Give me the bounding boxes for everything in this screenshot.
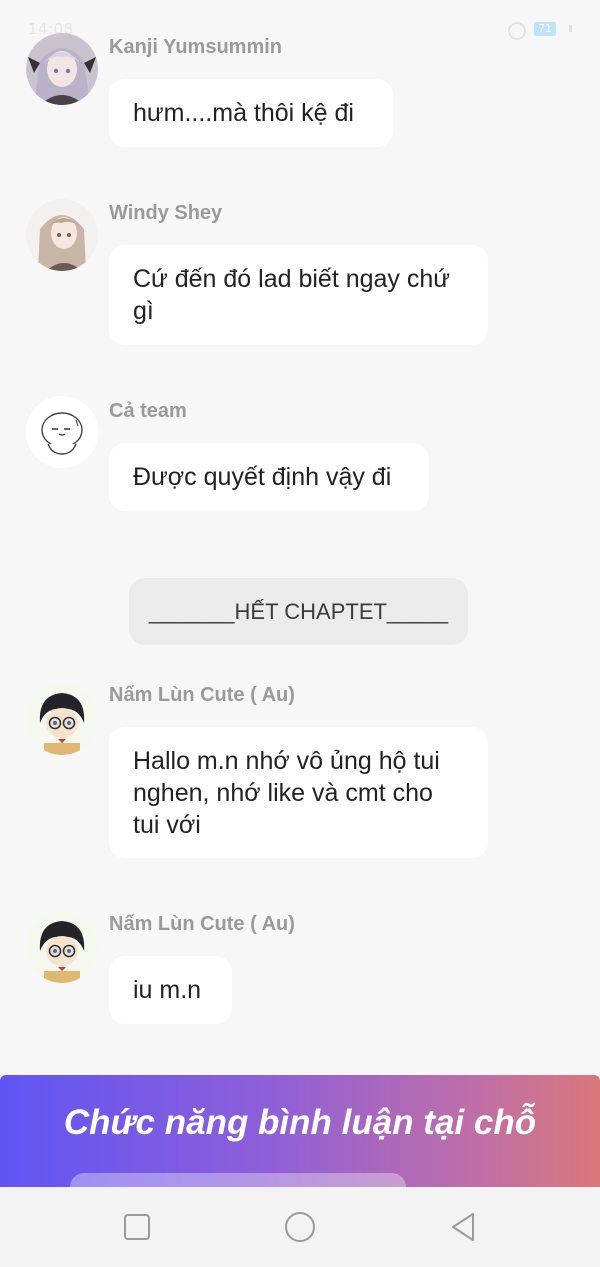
- battery-tip: [569, 25, 572, 32]
- sender-name: Cả team: [109, 400, 187, 422]
- cartoon-blob-avatar-icon: [26, 396, 98, 468]
- message-bubble[interactable]: Được quyết định vậy đi: [109, 443, 429, 511]
- banner-input-pill[interactable]: [70, 1173, 406, 1187]
- avatar[interactable]: [26, 33, 98, 105]
- alarm-icon: [508, 22, 526, 40]
- battery-icon: 71: [534, 22, 556, 36]
- square-icon[interactable]: [120, 1210, 154, 1244]
- detective-boy-avatar-icon: [26, 683, 98, 755]
- comment-feature-banner[interactable]: Chức năng bình luận tại chỗ: [0, 1075, 600, 1187]
- sender-name: Nấm Lùn Cute ( Au): [109, 684, 295, 706]
- detective-boy-avatar-icon: [26, 911, 98, 983]
- sender-name: Kanji Yumsummin: [109, 36, 283, 58]
- status-bar: 14:08 71: [0, 18, 600, 44]
- avatar[interactable]: [26, 199, 98, 271]
- banner-title: Chức năng bình luận tại chỗ: [63, 1103, 537, 1142]
- chat-screen: 14:08 71 Kanji Yumsummin hưm....mà thôi …: [0, 0, 600, 1267]
- anime-girl-avatar-icon: [26, 33, 98, 105]
- message-bubble[interactable]: iu m.n: [109, 956, 232, 1024]
- avatar[interactable]: [26, 396, 98, 468]
- long-hair-girl-avatar-icon: [26, 199, 98, 271]
- sender-name: Nấm Lùn Cute ( Au): [109, 913, 295, 935]
- message-bubble[interactable]: Cứ đến đó lad biết ngay chứ gì: [109, 245, 488, 345]
- circle-icon[interactable]: [283, 1210, 317, 1244]
- chapter-end-divider: _______HẾT CHAPTET_____: [129, 578, 468, 645]
- message-bubble[interactable]: Hallo m.n nhớ vô ủng hộ tui nghen, nhớ l…: [109, 727, 488, 858]
- system-nav-bar: [0, 1187, 600, 1267]
- message-bubble[interactable]: hưm....mà thôi kệ đi: [109, 79, 393, 147]
- avatar[interactable]: [26, 683, 98, 755]
- avatar[interactable]: [26, 911, 98, 983]
- triangle-back-icon[interactable]: [446, 1210, 480, 1244]
- sender-name: Windy Shey: [109, 202, 223, 224]
